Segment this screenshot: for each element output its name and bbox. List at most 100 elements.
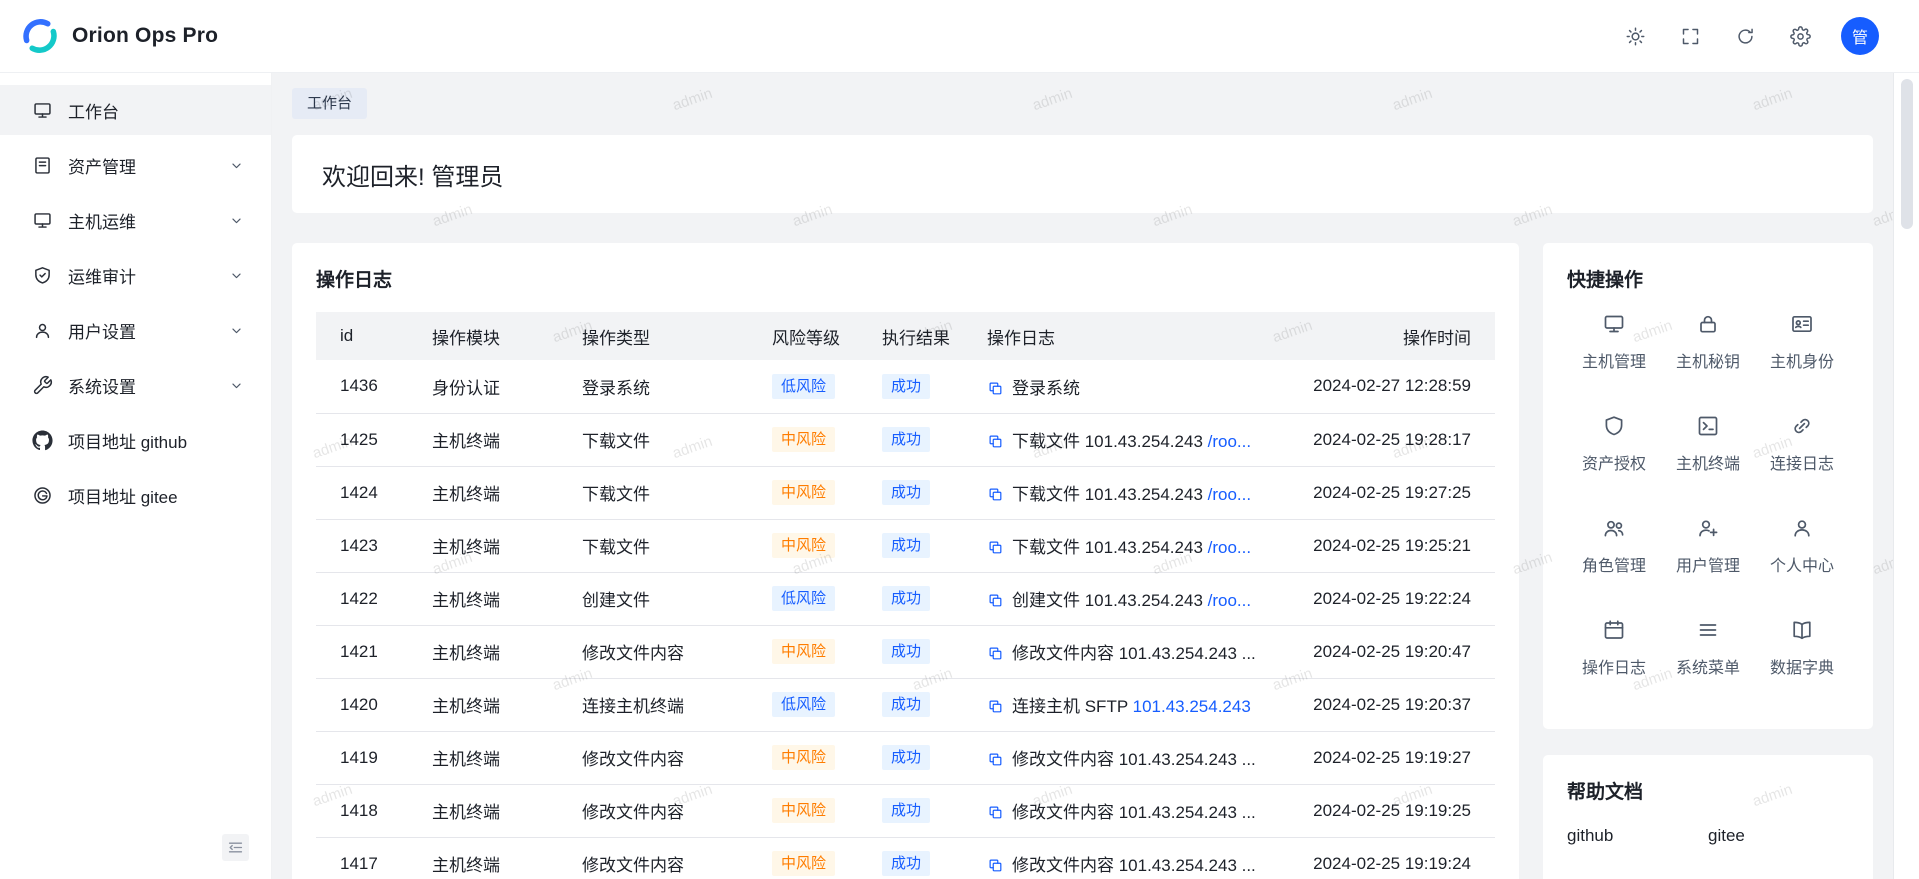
- log-row: 1421主机终端修改文件内容中风险成功修改文件内容 101.43.254.243…: [316, 625, 1495, 678]
- user-avatar[interactable]: 管: [1841, 17, 1879, 55]
- risk-badge: 中风险: [772, 480, 835, 505]
- copy-icon[interactable]: [987, 804, 1004, 821]
- quick-action-monitor[interactable]: 主机管理: [1567, 312, 1661, 372]
- cell-result: 成功: [866, 678, 971, 731]
- scrollbar-track[interactable]: [1893, 73, 1919, 879]
- quick-actions-grid: 主机管理主机秘钥主机身份资产授权主机终端连接日志角色管理用户管理个人中心操作日志…: [1567, 312, 1849, 678]
- sidebar-item-label: 运维审计: [68, 263, 228, 288]
- settings-icon[interactable]: [1790, 26, 1811, 47]
- copy-icon[interactable]: [987, 645, 1004, 662]
- logs-title: 操作日志: [316, 265, 1495, 292]
- cell-id: 1419: [316, 731, 416, 784]
- cell-log: 下载文件 101.43.254.243 /roo...: [971, 466, 1295, 519]
- refresh-icon[interactable]: [1735, 26, 1756, 47]
- cell-result: 成功: [866, 837, 971, 879]
- sidebar-item-workbench[interactable]: 工作台: [0, 85, 271, 135]
- log-text: 创建文件 101.43.254.243: [1012, 591, 1203, 610]
- useradd-icon: [1696, 516, 1720, 540]
- cell-risk: 低风险: [756, 572, 866, 625]
- quick-action-book[interactable]: 数据字典: [1755, 618, 1849, 678]
- theme-toggle-icon[interactable]: [1625, 26, 1646, 47]
- log-link[interactable]: /roo...: [1208, 591, 1251, 610]
- copy-icon[interactable]: [987, 857, 1004, 874]
- tab-workbench[interactable]: 工作台: [292, 88, 367, 119]
- result-badge: 成功: [882, 586, 930, 611]
- cell-log: 下载文件 101.43.254.243 /roo...: [971, 413, 1295, 466]
- cell-time: 2024-02-25 19:19:25: [1295, 784, 1495, 837]
- quick-action-calendar[interactable]: 操作日志: [1567, 618, 1661, 678]
- sidebar-item-gitee[interactable]: 项目地址 gitee: [0, 470, 271, 520]
- quick-action-shield[interactable]: 资产授权: [1567, 414, 1661, 474]
- usergroup-icon: [1602, 516, 1626, 540]
- monitor-icon: [32, 210, 53, 231]
- sidebar-item-user-settings[interactable]: 用户设置: [0, 305, 271, 355]
- cell-module: 主机终端: [416, 837, 566, 879]
- copy-icon[interactable]: [987, 592, 1004, 609]
- cell-log: 创建文件 101.43.254.243 /roo...: [971, 572, 1295, 625]
- sidebar: 工作台资产管理主机运维运维审计用户设置系统设置项目地址 github项目地址 g…: [0, 73, 272, 879]
- help-link-github[interactable]: github: [1567, 826, 1708, 846]
- log-row: 1420主机终端连接主机终端低风险成功连接主机 SFTP 101.43.254.…: [316, 678, 1495, 731]
- quick-action-user[interactable]: 个人中心: [1755, 516, 1849, 576]
- result-badge: 成功: [882, 427, 930, 452]
- copy-icon[interactable]: [987, 433, 1004, 450]
- cell-id: 1425: [316, 413, 416, 466]
- sidebar-collapse-icon[interactable]: [222, 834, 249, 861]
- quick-action-lock[interactable]: 主机秘钥: [1661, 312, 1755, 372]
- cell-id: 1422: [316, 572, 416, 625]
- quick-action-idcard[interactable]: 主机身份: [1755, 312, 1849, 372]
- copy-icon[interactable]: [987, 698, 1004, 715]
- cell-risk: 中风险: [756, 731, 866, 784]
- shield-icon: [1602, 414, 1626, 438]
- quick-action-terminal[interactable]: 主机终端: [1661, 414, 1755, 474]
- column-header: 操作模块: [416, 312, 566, 360]
- cell-module: 主机终端: [416, 784, 566, 837]
- cell-module: 主机终端: [416, 572, 566, 625]
- sidebar-item-system-settings[interactable]: 系统设置: [0, 360, 271, 410]
- cell-type: 修改文件内容: [566, 837, 756, 879]
- logs-table: id操作模块操作类型风险等级执行结果操作日志操作时间 1436身份认证登录系统低…: [316, 312, 1495, 879]
- chevron-down-icon: [228, 322, 245, 339]
- cell-log: 登录系统: [971, 360, 1295, 413]
- cell-id: 1436: [316, 360, 416, 413]
- sidebar-item-ops-audit[interactable]: 运维审计: [0, 250, 271, 300]
- log-link[interactable]: 101.43.254.243: [1133, 697, 1251, 716]
- cell-risk: 低风险: [756, 360, 866, 413]
- quick-action-link[interactable]: 连接日志: [1755, 414, 1849, 474]
- result-badge: 成功: [882, 533, 930, 558]
- column-header: id: [316, 312, 416, 360]
- result-badge: 成功: [882, 480, 930, 505]
- sidebar-item-assets[interactable]: 资产管理: [0, 140, 271, 190]
- copy-icon[interactable]: [987, 380, 1004, 397]
- log-link[interactable]: /roo...: [1208, 538, 1251, 557]
- cell-result: 成功: [866, 731, 971, 784]
- cell-module: 主机终端: [416, 413, 566, 466]
- risk-badge: 低风险: [772, 586, 835, 611]
- risk-badge: 中风险: [772, 639, 835, 664]
- sidebar-item-host-ops[interactable]: 主机运维: [0, 195, 271, 245]
- app-logo-icon: [20, 16, 60, 56]
- chevron-down-icon: [228, 377, 245, 394]
- sidebar-item-label: 主机运维: [68, 208, 228, 233]
- cell-time: 2024-02-27 12:28:59: [1295, 360, 1495, 413]
- asset-icon: [32, 155, 53, 176]
- sidebar-item-label: 资产管理: [68, 153, 228, 178]
- quick-action-usergroup[interactable]: 角色管理: [1567, 516, 1661, 576]
- fullscreen-icon[interactable]: [1680, 26, 1701, 47]
- log-text: 修改文件内容 101.43.254.243 ...: [1012, 856, 1256, 875]
- quick-action-useradd[interactable]: 用户管理: [1661, 516, 1755, 576]
- main-content: adminadminadminadminadminadminadminadmin…: [272, 73, 1893, 879]
- scrollbar-thumb[interactable]: [1901, 79, 1913, 229]
- menu-icon: [1696, 618, 1720, 642]
- sidebar-item-github[interactable]: 项目地址 github: [0, 415, 271, 465]
- copy-icon[interactable]: [987, 486, 1004, 503]
- quick-action-menu[interactable]: 系统菜单: [1661, 618, 1755, 678]
- column-header: 执行结果: [866, 312, 971, 360]
- copy-icon[interactable]: [987, 751, 1004, 768]
- log-row: 1423主机终端下载文件中风险成功下载文件 101.43.254.243 /ro…: [316, 519, 1495, 572]
- log-link[interactable]: /roo...: [1208, 485, 1251, 504]
- copy-icon[interactable]: [987, 539, 1004, 556]
- cell-type: 下载文件: [566, 413, 756, 466]
- help-link-gitee[interactable]: gitee: [1708, 826, 1849, 846]
- log-link[interactable]: /roo...: [1208, 432, 1251, 451]
